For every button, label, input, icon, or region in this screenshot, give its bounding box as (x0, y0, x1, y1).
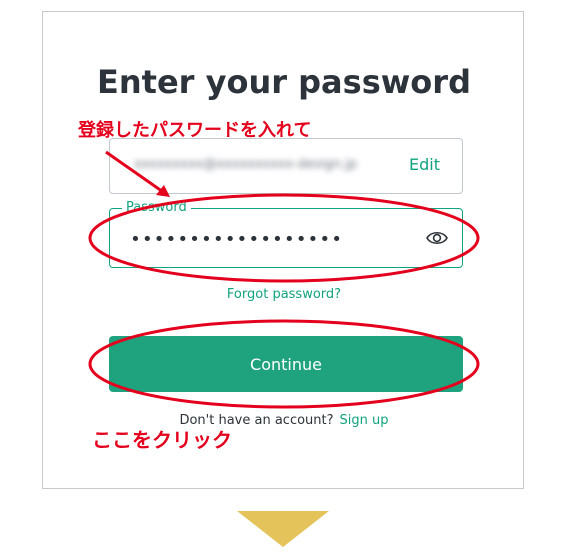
page-title: Enter your password (97, 63, 471, 101)
continue-button[interactable]: Continue (109, 336, 463, 392)
down-arrow-icon (237, 511, 329, 547)
password-label: Password (122, 199, 191, 217)
annotation-enter-password: 登録したパスワードを入れて (78, 120, 312, 141)
email-value: xxxxxxxxx@xxxxxxxxxx-design.jp (134, 157, 357, 172)
email-field: xxxxxxxxx@xxxxxxxxxx-design.jp Edit (109, 138, 463, 194)
eye-icon[interactable] (426, 228, 448, 248)
signup-link[interactable]: Sign up (340, 413, 389, 428)
password-input[interactable] (128, 223, 412, 255)
password-field[interactable] (109, 208, 463, 268)
signup-row: Don't have an account? Sign up (0, 413, 568, 428)
edit-email-link[interactable]: Edit (409, 155, 440, 174)
annotation-click-here: ここをクリック (92, 428, 232, 452)
forgot-password-link[interactable]: Forgot password? (0, 287, 568, 302)
